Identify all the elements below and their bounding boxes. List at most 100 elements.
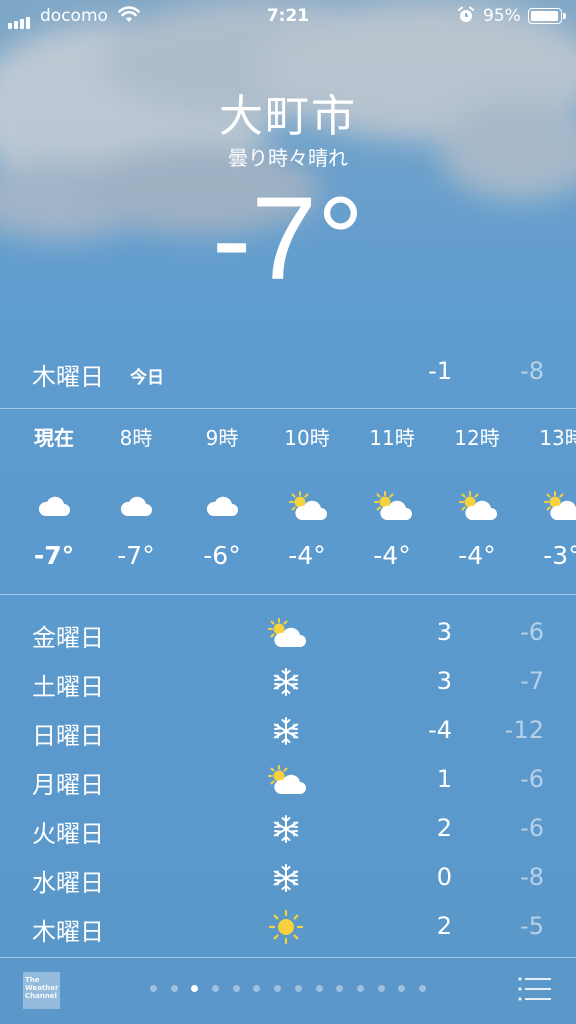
status-bar: docomo 7:21 95%	[0, 0, 576, 34]
day-high: 3	[436, 667, 452, 695]
partly-sunny-icon	[437, 476, 517, 536]
day-name: 日曜日	[32, 722, 104, 750]
day-low: -6	[520, 814, 544, 842]
hour-temperature: -7°	[33, 541, 75, 570]
day-high: 3	[436, 618, 452, 646]
logo-text-1: The	[25, 976, 40, 984]
logo-text-3: Channel	[25, 992, 57, 1000]
city-list-button[interactable]	[518, 976, 552, 1002]
partly-sunny-icon	[264, 613, 308, 653]
hour-label: 8時	[119, 426, 153, 450]
day-low: -6	[520, 618, 544, 646]
day-name: 金曜日	[32, 624, 104, 652]
partly-sunny-icon	[267, 476, 347, 536]
page-dot[interactable]	[150, 985, 157, 992]
page-dot[interactable]	[253, 985, 261, 992]
cloud-icon	[14, 476, 94, 536]
hour-temperature: -3°	[543, 541, 576, 570]
hour-temperature: -4°	[288, 541, 326, 570]
today-summary: 木曜日 今日 -1 -8	[0, 355, 576, 395]
day-high: 0	[436, 863, 452, 891]
degree-symbol: °	[316, 173, 365, 305]
day-low: -7	[520, 667, 544, 695]
snow-icon	[264, 809, 308, 849]
divider	[0, 408, 576, 409]
today-day: 木曜日	[32, 363, 104, 391]
hourly-forecast[interactable]: 現在 -7° 8時 -7° 9時 -6° 10時 -4° 11時 -4° 12時 -4° 13時 -3°	[0, 418, 576, 588]
battery-icon	[528, 8, 566, 24]
weather-channel-logo[interactable]: The Weather Channel	[23, 972, 60, 1009]
day-name: 火曜日	[32, 820, 104, 848]
hourly-item: 11時 -4°	[352, 418, 432, 576]
hourly-item: 12時 -4°	[437, 418, 517, 576]
hour-label: 12時	[454, 426, 500, 450]
day-low: -8	[520, 863, 544, 891]
page-dot[interactable]	[232, 985, 240, 992]
partly-sunny-icon	[264, 760, 308, 800]
city-name: 大町市	[219, 91, 357, 142]
daily-row: 火曜日 2 -6	[0, 804, 576, 853]
alarm-icon	[457, 6, 475, 29]
today-low: -8	[520, 357, 544, 385]
daily-row: 土曜日 3 -7	[0, 657, 576, 706]
snow-icon	[264, 711, 308, 751]
day-high: -4	[428, 716, 452, 744]
hourly-item: 9時 -6°	[182, 418, 262, 576]
daily-row: 水曜日 0 -8	[0, 853, 576, 902]
page-dot[interactable]	[418, 985, 426, 992]
hour-label: 現在	[34, 426, 74, 450]
hour-temperature: -6°	[203, 541, 241, 570]
page-dot[interactable]	[356, 985, 364, 992]
hour-label: 13時	[539, 426, 576, 450]
cloud-icon	[182, 476, 262, 536]
daily-row: 木曜日 2 -5	[0, 902, 576, 951]
day-name: 木曜日	[32, 918, 104, 946]
page-dot[interactable]	[315, 985, 323, 992]
hour-temperature: -4°	[373, 541, 411, 570]
page-dot[interactable]	[170, 985, 178, 992]
day-high: 2	[436, 814, 452, 842]
hourly-item: 10時 -4°	[267, 418, 347, 576]
daily-row: 金曜日 3 -6	[0, 608, 576, 657]
sun-icon	[264, 907, 308, 947]
day-name: 月曜日	[32, 771, 104, 799]
hour-label: 9時	[205, 426, 239, 450]
logo-text-2: Weather	[25, 984, 59, 992]
partly-sunny-icon	[352, 476, 432, 536]
page-dot[interactable]	[336, 985, 344, 992]
daily-row: 日曜日 -4 -12	[0, 706, 576, 755]
weather-condition: 曇り時々晴れ	[228, 146, 348, 170]
page-dot[interactable]	[294, 985, 302, 992]
hour-label: 10時	[284, 426, 330, 450]
daily-row: 月曜日 1 -6	[0, 755, 576, 804]
hourly-item: 現在 -7°	[14, 418, 94, 576]
day-low: -6	[520, 765, 544, 793]
today-label: 今日	[130, 368, 164, 388]
hourly-item: 13時 -3°	[522, 418, 576, 576]
page-dot[interactable]	[191, 985, 199, 992]
hour-temperature: -4°	[458, 541, 496, 570]
cloud-icon	[96, 476, 176, 536]
page-dot[interactable]	[274, 985, 282, 992]
snow-icon	[264, 858, 308, 898]
today-high: -1	[428, 357, 452, 385]
divider	[0, 594, 576, 595]
battery-percentage: 95%	[483, 6, 521, 26]
page-dot[interactable]	[212, 985, 220, 992]
day-high: 2	[436, 912, 452, 940]
temperature-value: -7	[211, 173, 317, 305]
page-dot[interactable]	[398, 985, 406, 992]
page-indicator[interactable]	[150, 985, 426, 995]
current-temperature: -7°	[0, 180, 576, 298]
hour-label: 11時	[369, 426, 415, 450]
day-name: 土曜日	[32, 673, 104, 701]
footer-bar: The Weather Channel	[0, 958, 576, 1024]
page-dot[interactable]	[377, 985, 385, 992]
day-high: 1	[436, 765, 452, 793]
hourly-item: 8時 -7°	[96, 418, 176, 576]
day-low: -12	[504, 716, 544, 744]
day-low: -5	[520, 912, 544, 940]
snow-icon	[264, 662, 308, 702]
partly-sunny-icon	[522, 476, 576, 536]
list-icon	[518, 977, 551, 1001]
